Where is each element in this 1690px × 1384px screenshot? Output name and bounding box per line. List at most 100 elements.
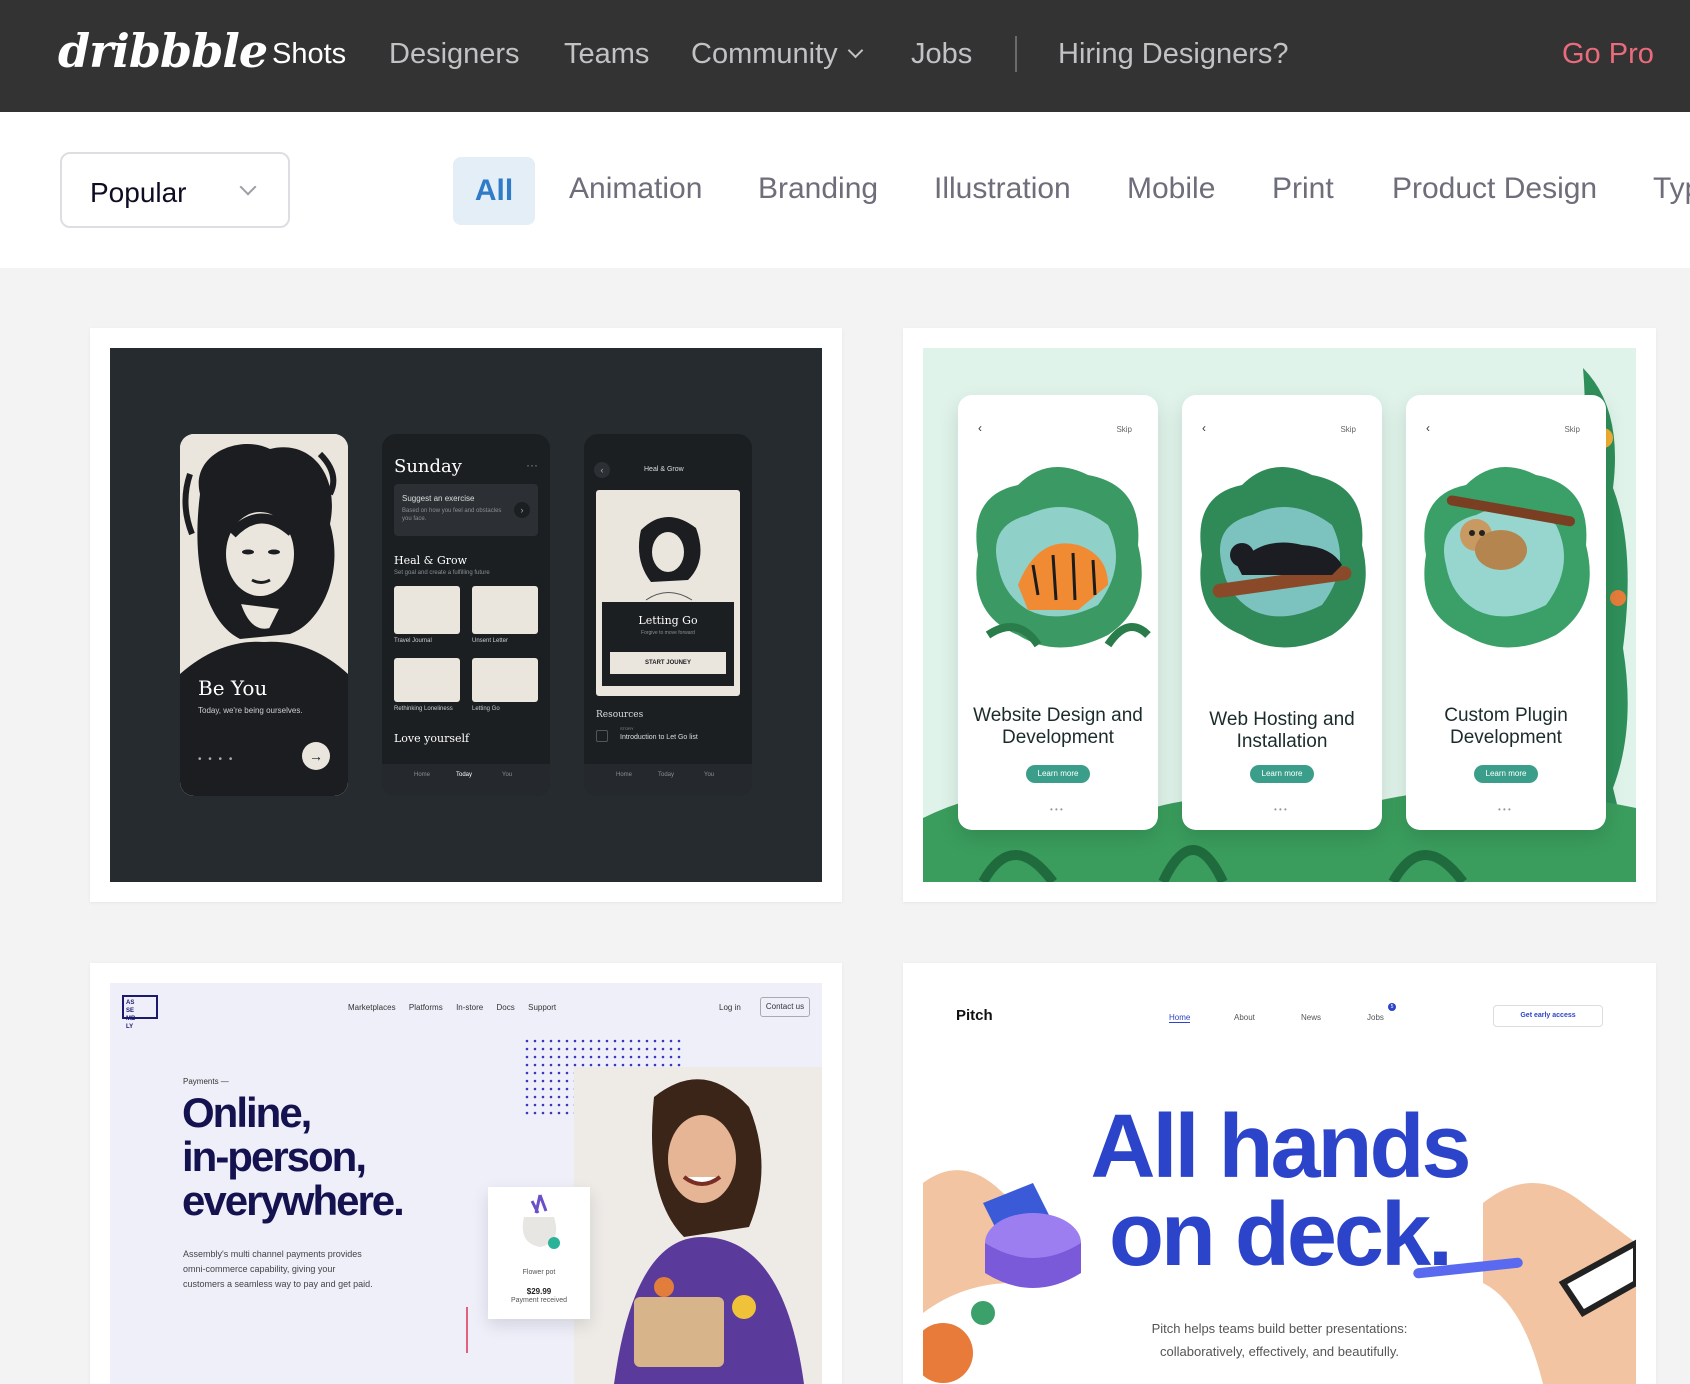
panther-illustration xyxy=(1200,467,1366,648)
nav-jobs[interactable]: Jobs xyxy=(911,38,972,71)
body-line: Assembly's multi channel payments provid… xyxy=(183,1249,362,1259)
product-name: Flower pot xyxy=(522,1269,556,1276)
letting-go-card: Letting Go Forgive to move forward START… xyxy=(596,490,740,696)
category-illustration[interactable]: Illustration xyxy=(934,172,1071,206)
back-icon: ‹ xyxy=(1426,421,1430,435)
nav-link: Marketplaces xyxy=(348,1003,396,1012)
payment-card: Flower pot $29.99 Payment received xyxy=(488,1187,590,1319)
body-line: omni-commerce capability, giving your xyxy=(183,1264,336,1274)
back-icon: ‹ xyxy=(978,421,982,435)
resource-item: Introduction to Let Go list xyxy=(620,734,698,741)
sloth-illustration xyxy=(1424,467,1590,648)
nav-hiring-designers[interactable]: Hiring Designers? xyxy=(1058,38,1289,71)
woman-photo xyxy=(574,1067,822,1384)
nav-link: Docs xyxy=(496,1003,515,1012)
contact-button: Contact us xyxy=(760,997,810,1017)
phone-screen-sunday: Sunday ··· Suggest an exercise Based on … xyxy=(382,434,550,796)
nav-link: Platforms xyxy=(408,1003,443,1012)
tiger-illustration xyxy=(976,467,1151,648)
sunday-title: Sunday xyxy=(394,456,462,477)
letting-go-sub: Forgive to move forward xyxy=(641,630,695,636)
assembly-logo: AS SE MB LY xyxy=(122,995,158,1030)
nav-divider xyxy=(1015,36,1017,72)
tab-you: You xyxy=(704,772,715,778)
be-you-title: Be You xyxy=(198,676,268,700)
heal-header: Heal & Grow xyxy=(644,466,684,473)
nav-community[interactable]: Community xyxy=(691,38,863,71)
page-dots: • • • • xyxy=(198,754,235,765)
thumb-illustration xyxy=(472,658,538,702)
start-journey-button: START JOUNEY xyxy=(610,652,726,674)
thumb-illustration xyxy=(472,586,538,634)
page-dots: • • • xyxy=(1274,805,1287,814)
assembly-nav: Marketplaces Platforms In-store Docs Sup… xyxy=(348,1003,556,1012)
body-line: Pitch helps teams build better presentat… xyxy=(1151,1321,1408,1336)
top-navigation: dribbble Shots Designers Teams Community… xyxy=(0,0,1690,112)
category-typography[interactable]: Typ xyxy=(1653,172,1690,206)
shot-card[interactable]: Pitch Home About News Jobs 5 Get early a… xyxy=(903,963,1656,1384)
woman-photo-illustration xyxy=(574,1067,822,1384)
product-price: $29.99 xyxy=(526,1287,552,1296)
category-all-label: All xyxy=(474,174,514,207)
nav-designers[interactable]: Designers xyxy=(389,38,520,71)
story-label: STORY xyxy=(620,726,634,731)
shot-card[interactable]: AS SE MB LY Marketplaces Platforms In-st… xyxy=(90,963,842,1384)
body-line: collaboratively, effectively, and beauti… xyxy=(1160,1344,1399,1359)
heal-grow-sub: Set goal and create a fulfilling future xyxy=(394,570,490,576)
back-icon: ‹ xyxy=(1202,421,1206,435)
heal-grow-heading: Heal & Grow xyxy=(394,554,468,567)
item-label: Rethinking Loneliness xyxy=(394,706,453,712)
item-label: Unsent Letter xyxy=(472,638,509,644)
category-product-design[interactable]: Product Design xyxy=(1392,172,1597,206)
category-branding[interactable]: Branding xyxy=(758,172,878,206)
category-all[interactable]: All xyxy=(453,157,535,225)
phone-screen-heal: ‹ Heal & Grow Letting Go Forgive to move… xyxy=(584,434,752,796)
onboarding-title: Web Hosting and Installation xyxy=(1209,709,1355,752)
tab-bar: Home Today You xyxy=(382,764,550,796)
category-mobile[interactable]: Mobile xyxy=(1127,172,1215,206)
body-copy: Assembly's multi channel payments provid… xyxy=(183,1247,373,1292)
headline: Online, in-person, everywhere. xyxy=(182,1089,405,1223)
tab-you: You xyxy=(502,772,513,778)
woman-illustration xyxy=(180,434,348,796)
thumb-illustration xyxy=(394,658,460,702)
body-line: customers a seamless way to pay and get … xyxy=(183,1279,373,1289)
chevron-down-icon xyxy=(847,42,863,59)
onboarding-screen: ‹ Skip Website Design and Development Le… xyxy=(958,395,1158,830)
shot-thumbnail[interactable]: Pitch Home About News Jobs 5 Get early a… xyxy=(923,983,1636,1384)
skip-link: Skip xyxy=(1116,425,1132,434)
love-yourself: Love yourself xyxy=(394,732,470,745)
tab-today: Today xyxy=(456,772,473,778)
filter-bar: Popular All Animation Branding Illustrat… xyxy=(0,112,1690,268)
headline-line: in-person, xyxy=(182,1133,367,1180)
payment-status: Payment received xyxy=(510,1297,568,1304)
chevron-right-icon: › xyxy=(514,502,530,518)
learn-more-button: Learn more xyxy=(1250,765,1314,783)
eyebrow: Payments — xyxy=(183,1077,229,1086)
dribbble-logo[interactable]: dribbble xyxy=(58,24,268,78)
suggest-card: Suggest an exercise Based on how you fee… xyxy=(394,484,538,536)
thumb-illustration xyxy=(394,586,460,634)
learn-more-button: Learn more xyxy=(1026,765,1090,783)
sort-dropdown[interactable]: Popular xyxy=(60,152,290,228)
chevron-down-icon xyxy=(239,178,257,196)
headline-line: Online, xyxy=(182,1089,312,1136)
letting-go-title: Letting Go xyxy=(638,614,698,627)
page-dots: • • • xyxy=(1498,805,1511,814)
go-pro-link[interactable]: Go Pro xyxy=(1562,38,1654,71)
item-label: Letting Go xyxy=(472,706,500,712)
more-icon: ··· xyxy=(526,458,538,472)
shot-thumbnail[interactable]: AS SE MB LY Marketplaces Platforms In-st… xyxy=(110,983,822,1384)
category-print[interactable]: Print xyxy=(1272,172,1334,206)
shot-card[interactable]: ‹ Skip Website Design and Development Le… xyxy=(903,328,1656,902)
category-animation[interactable]: Animation xyxy=(569,172,702,206)
letting-go-panel: Letting Go Forgive to move forward START… xyxy=(602,602,734,686)
nav-shots[interactable]: Shots xyxy=(272,38,346,71)
shot-card[interactable]: Be You Today, we're being ourselves. → •… xyxy=(90,328,842,902)
shot-thumbnail[interactable]: ‹ Skip Website Design and Development Le… xyxy=(923,348,1636,882)
item-label: Travel Journal xyxy=(394,638,432,644)
tab-today: Today xyxy=(658,772,675,778)
shot-thumbnail[interactable]: Be You Today, we're being ourselves. → •… xyxy=(110,348,822,882)
back-icon: ‹ xyxy=(594,462,610,478)
nav-teams[interactable]: Teams xyxy=(564,38,649,71)
